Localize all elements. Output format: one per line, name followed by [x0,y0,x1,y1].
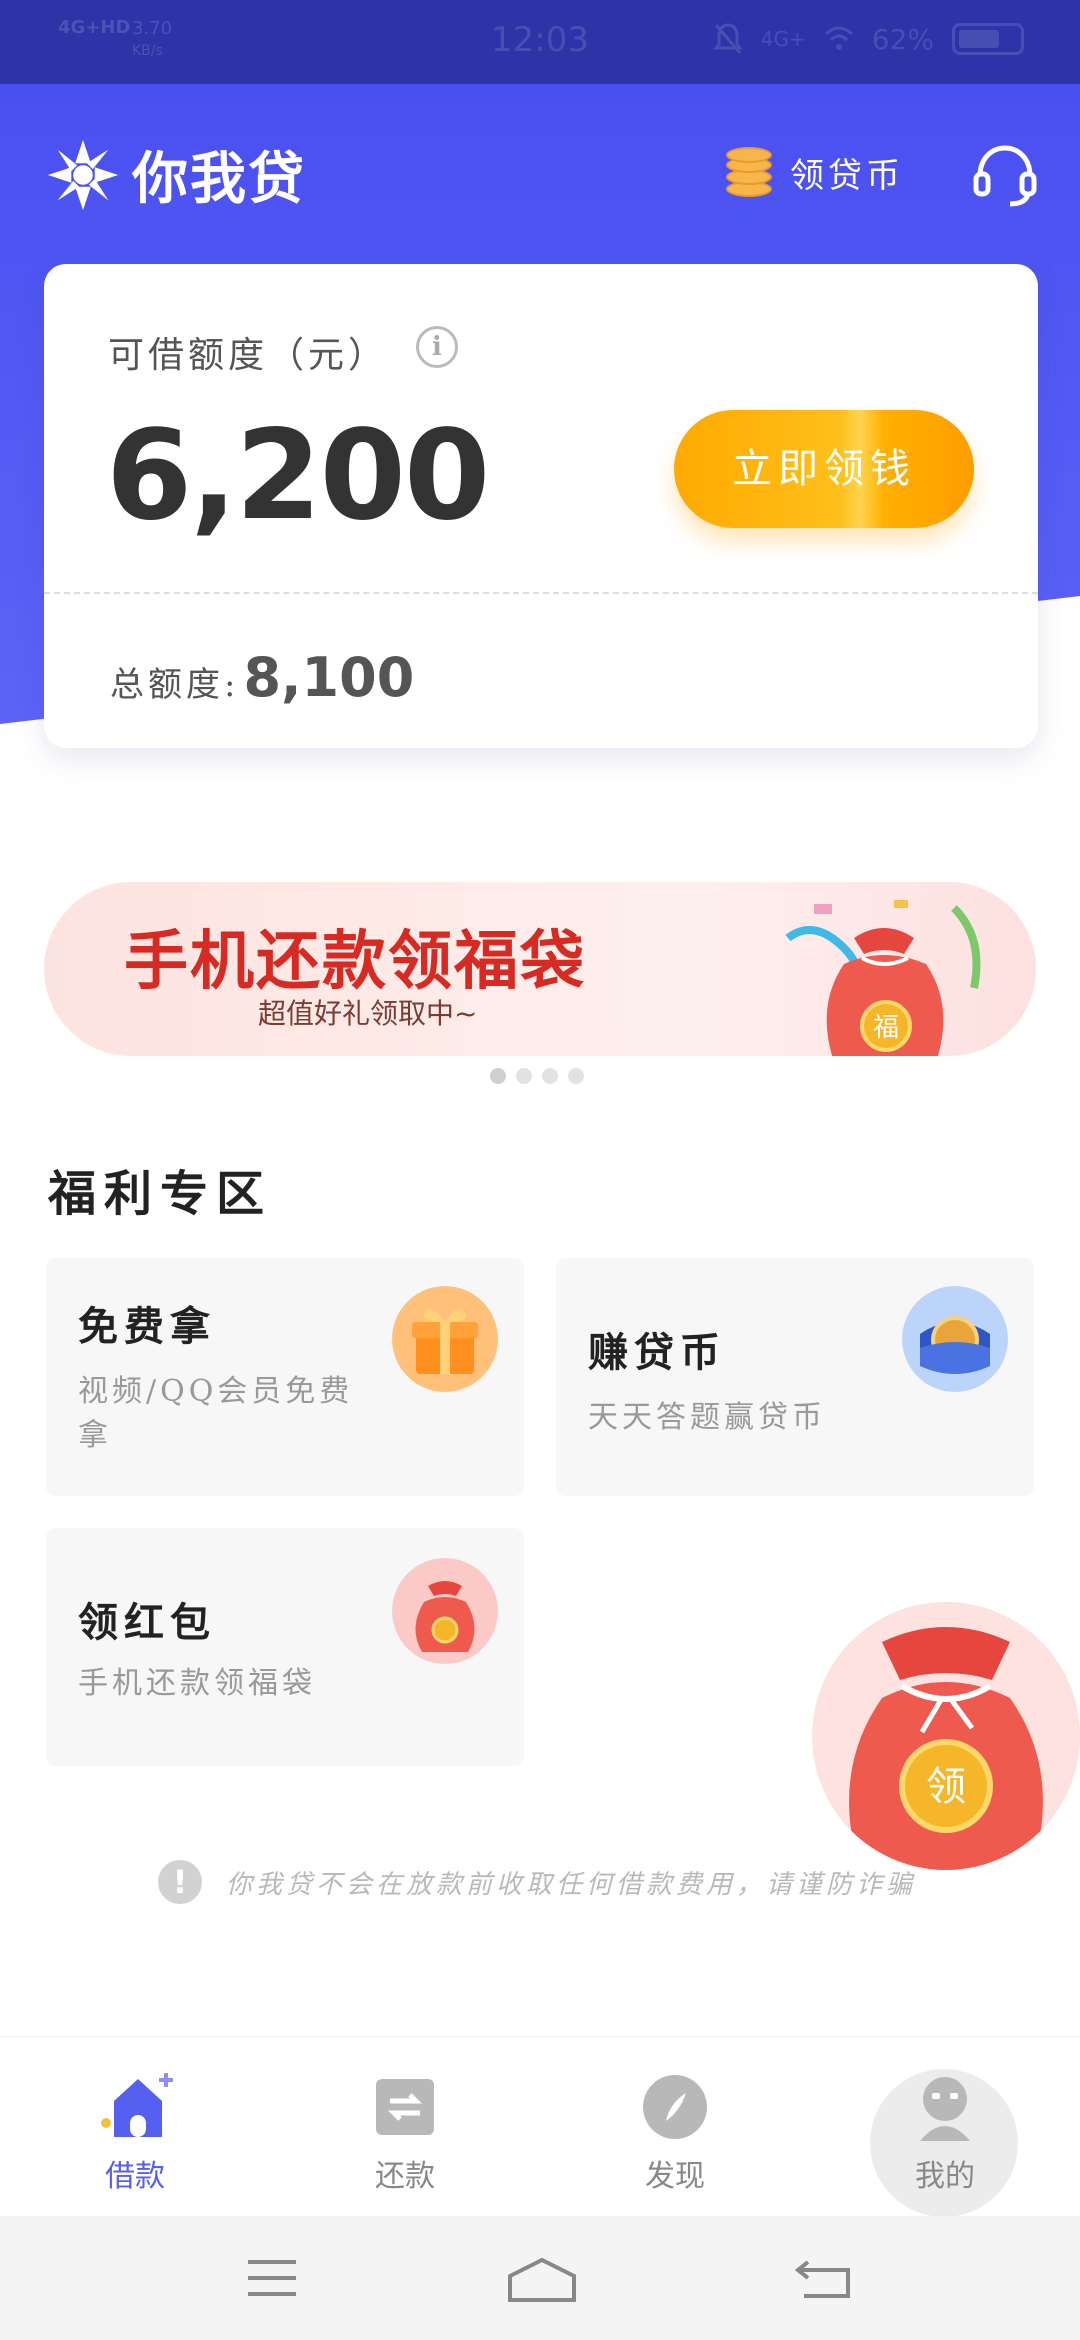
welfare-card-red-packet[interactable]: 领红包 手机还款领福袋 [46,1528,524,1766]
welfare-card-earn-coins[interactable]: 赚贷币 天天答题赢贷币 [556,1258,1034,1496]
network-right: 4G+ [760,27,806,51]
bottom-tab-bar: 借款 还款 发现 我的 [0,2036,1080,2217]
compass-icon [643,2075,707,2139]
tab-label: 借款 [105,2159,165,2194]
tab-label: 发现 [645,2159,705,2194]
home-icon [101,2073,173,2137]
status-right: 4G+ 62% [712,22,1024,56]
credit-label: 可借额度（元） [108,335,389,376]
profile-icon [920,2077,970,2141]
mute-bell-icon [712,23,743,54]
tab-me[interactable]: 我的 [810,2037,1080,2217]
banner-subtitle: 超值好礼领取中~ [258,997,478,1030]
welfare-card-title: 免费拿 [78,1303,216,1350]
total-credit-value: 8,100 [243,646,415,709]
tab-borrow[interactable]: 借款 [0,2037,270,2217]
claim-money-button[interactable]: 立即领钱 [674,410,974,528]
home-nav-icon[interactable] [506,2256,578,2304]
total-credit: 总额度: 8,100 [110,646,414,709]
system-navigation-bar [0,2216,1080,2340]
app-name: 你我贷 [132,147,306,212]
lucky-bag-icon: 福 [785,900,981,1056]
wifi-icon [824,26,853,50]
tab-repay[interactable]: 还款 [270,2037,540,2217]
welfare-card-desc: 视频/QQ会员免费拿 [78,1374,354,1453]
battery-percent: 62% [871,22,934,56]
info-icon[interactable]: i [416,326,458,368]
coin-stack-icon [726,146,772,197]
coin-wallet-icon [902,1286,1008,1392]
carousel-dot[interactable] [490,1068,506,1084]
floating-lucky-bag[interactable]: 领 [812,1602,1080,1870]
warning-icon: ! [158,1860,202,1904]
credit-amount: 6,200 [106,404,490,548]
tab-label: 还款 [375,2159,435,2194]
tab-label: 我的 [915,2159,975,2194]
gift-box-icon [392,1286,498,1392]
promo-banner[interactable]: 手机还款领福袋 超值好礼领取中~ 福 [44,882,1036,1056]
welfare-card-desc: 天天答题赢贷币 [588,1400,826,1435]
floating-bag-text: 领 [926,1764,966,1810]
logo-mark-icon [47,139,119,210]
welfare-card-title: 赚贷币 [588,1329,726,1376]
divider [44,592,1038,594]
repay-icon [376,2079,434,2135]
carousel-indicator [490,1068,584,1084]
carousel-dot[interactable] [542,1068,558,1084]
total-credit-label: 总额度: [110,665,240,705]
app-logo: 你我贷 [44,134,306,215]
welfare-card-title: 领红包 [78,1599,216,1646]
status-bar: 4G+HD 3.70 KB/s 12:03 4G+ 62% [0,0,1080,84]
section-title: 福利专区 [48,1166,273,1222]
lucky-bag-icon [392,1558,498,1664]
tab-discover[interactable]: 发现 [540,2037,810,2217]
welfare-card-free[interactable]: 免费拿 视频/QQ会员免费拿 [46,1258,524,1496]
carousel-dot[interactable] [568,1068,584,1084]
welfare-card-desc: 手机还款领福袋 [78,1666,316,1701]
anti-fraud-notice: ! 你我贷不会在放款前收取任何借款费用，请谨防诈骗 [158,1860,916,1904]
coin-link[interactable]: 领贷币 [726,146,904,197]
banner-bag-text: 福 [873,1013,899,1043]
menu-icon[interactable] [244,2256,300,2300]
carousel-dot[interactable] [516,1068,532,1084]
credit-card: 可借额度（元） i 6,200 立即领钱 总额度: 8,100 [44,264,1038,748]
coin-link-label: 领贷币 [790,156,904,196]
back-icon[interactable] [794,2256,854,2300]
banner-title: 手机还款领福袋 [124,925,586,999]
headset-icon[interactable] [970,142,1040,208]
notice-text: 你我贷不会在放款前收取任何借款费用，请谨防诈骗 [226,1869,917,1900]
lucky-bag-icon: 领 [849,1627,1043,1870]
battery-icon [952,23,1024,55]
